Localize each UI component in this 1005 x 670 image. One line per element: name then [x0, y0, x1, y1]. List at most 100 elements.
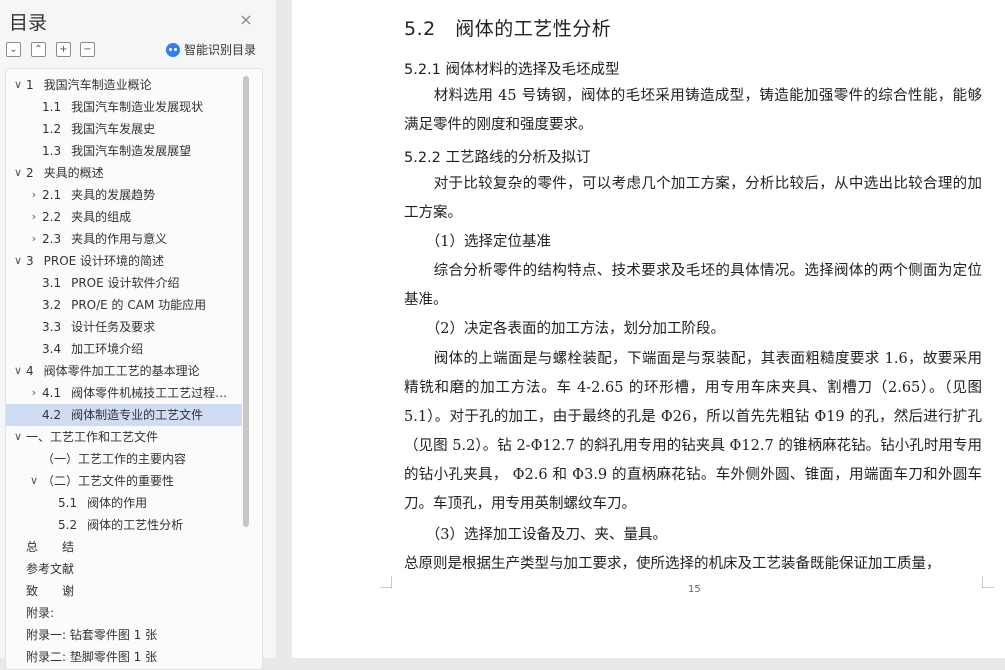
toc-item-number: 3.4	[42, 342, 62, 356]
toc-item-number: 3.2	[42, 298, 62, 312]
toc-item[interactable]: 1.3 我国汽车制造发展展望	[6, 140, 242, 162]
toc-item[interactable]: 3.2 PRO/E 的 CAM 功能应用	[6, 294, 242, 316]
chevron-down-icon[interactable]: ∨	[12, 426, 24, 448]
toc-item[interactable]: 1.2 我国汽车发展史	[6, 118, 242, 140]
chevron-right-icon[interactable]: ›	[28, 206, 40, 228]
toc-item-label: 4 阀体零件加工工艺的基本理论	[26, 360, 200, 382]
toc-item[interactable]: ∨ 2 夹具的概述	[6, 162, 242, 184]
toc-item-text: （一）工艺工作的主要内容	[42, 452, 187, 466]
toc-item-label: （二）工艺文件的重要性	[42, 470, 174, 492]
paragraph-1: 材料选用 45 号铸钢，阀体的毛坯采用铸造成型，铸造能加强零件的综合性能，能够满…	[404, 88, 982, 133]
chevron-down-icon[interactable]: ∨	[12, 360, 24, 382]
paragraph-6: 阀体的上端面是与螺栓装配，下端面是与泵装配，其表面粗糙度要求 1.6，故要采用精…	[404, 351, 982, 512]
toc-item-label: 2.2 夹具的组成	[42, 206, 131, 228]
toc-item[interactable]: 致 谢	[6, 580, 242, 602]
paragraph-8: 总原则是根据生产类型与加工要求，使所选择的机床及工艺装备既能保证加工质量，	[404, 556, 941, 572]
chevron-right-icon[interactable]: ›	[28, 184, 40, 206]
toc-item[interactable]: （一）工艺工作的主要内容	[6, 448, 242, 470]
expand-all-icon[interactable]: ⌄	[6, 42, 21, 57]
toc-item[interactable]: 附录二: 垫脚零件图 1 张	[6, 646, 242, 668]
toc-item[interactable]: 3.4 加工环境介绍	[6, 338, 242, 360]
toc-item-text: 阀体制造专业的工艺文件	[71, 408, 204, 422]
toc-item-label: 附录一: 钻套零件图 1 张	[26, 624, 157, 646]
toc-item[interactable]: ∨ 1 我国汽车制造业概论	[6, 74, 242, 96]
toc-item-text: 阀体零件加工工艺的基本理论	[43, 364, 200, 378]
toc-item-label: 1.1 我国汽车制造业发展现状	[42, 96, 203, 118]
toc-item[interactable]: 5.1 阀体的作用	[6, 492, 242, 514]
toc-item[interactable]: ∨ 一、工艺工作和工艺文件	[6, 426, 242, 448]
smart-toc-button[interactable]: 智能识别目录	[166, 41, 256, 58]
toc-item-text: 我国汽车发展史	[71, 122, 156, 136]
toc-item-label: 5.2 阀体的工艺性分析	[58, 514, 183, 536]
toc-item[interactable]: 附录:	[6, 602, 242, 624]
toc-item-text: 夹具的发展趋势	[71, 188, 156, 202]
collapse-all-icon[interactable]: ⌃	[31, 42, 46, 57]
toc-item-label: 4.2 阀体制造专业的工艺文件	[42, 404, 203, 426]
toc-item-text: （二）工艺文件的重要性	[42, 474, 175, 488]
page-corner-mark-right	[982, 576, 994, 588]
toc-item-text: 阀体零件机械技工工艺过程分析	[71, 386, 238, 400]
page-corner-mark-left	[380, 576, 392, 588]
toc-item-label: 1 我国汽车制造业概论	[26, 74, 152, 96]
remove-heading-icon[interactable]: −	[80, 42, 95, 57]
toc-item-text: 设计任务及要求	[71, 320, 156, 334]
toc-item-text: 附录二: 垫脚零件图 1 张	[26, 650, 158, 664]
toc-item[interactable]: › 2.2 夹具的组成	[6, 206, 242, 228]
paragraph-7: （3）选择加工设备及刀、夹、量具。	[404, 527, 667, 543]
toc-item-number: 5.1	[58, 496, 78, 510]
toc-item-number: 2.1	[42, 188, 62, 202]
toc-item-text: 我国汽车制造发展展望	[71, 144, 192, 158]
toc-item[interactable]: 参考文献	[6, 558, 242, 580]
chevron-down-icon[interactable]: ∨	[28, 470, 40, 492]
chevron-right-icon[interactable]: ›	[28, 382, 40, 404]
toc-item[interactable]: 总 结	[6, 536, 242, 558]
toc-item[interactable]: ∨ （二）工艺文件的重要性	[6, 470, 242, 492]
close-icon[interactable]: ×	[238, 12, 254, 28]
toc-item-text: PROE 设计环境的简述	[43, 254, 165, 268]
toc-item-label: 2 夹具的概述	[26, 162, 104, 184]
sidebar-title: 目录	[9, 12, 48, 34]
chevron-down-icon[interactable]: ∨	[12, 162, 24, 184]
toc-item-label: 3.1 PROE 设计软件介绍	[42, 272, 180, 294]
toc-scrollbar[interactable]	[243, 76, 249, 527]
toc-item[interactable]: 1.1 我国汽车制造业发展现状	[6, 96, 242, 118]
toc-item-text: 致 谢	[26, 584, 75, 598]
toc-item-text: 我国汽车制造业发展现状	[71, 100, 204, 114]
toc-list: ∨ 1 我国汽车制造业概论 1.1 我国汽车制造业发展现状 1.2 我国汽车发展史 1.3 我国…	[6, 74, 242, 668]
add-heading-icon[interactable]: +	[56, 42, 71, 57]
toc-item[interactable]: ∨ 4 阀体零件加工工艺的基本理论	[6, 360, 242, 382]
toc-item[interactable]: › 4.1 阀体零件机械技工工艺过程分析	[6, 382, 242, 404]
toc-item-number: 3.1	[42, 276, 62, 290]
toc-item[interactable]: 4.2 阀体制造专业的工艺文件	[6, 404, 242, 426]
chevron-right-icon[interactable]: ›	[28, 228, 40, 250]
toc-item-label: 参考文献	[26, 558, 74, 580]
chevron-down-icon[interactable]: ∨	[12, 250, 24, 272]
toc-item-number: 1.1	[42, 100, 62, 114]
toc-item-label: 附录:	[26, 602, 54, 624]
toc-item[interactable]: ∨ 3 PROE 设计环境的简述	[6, 250, 242, 272]
toc-item-label: 5.1 阀体的作用	[58, 492, 147, 514]
toc-item-number: 2.3	[42, 232, 62, 246]
toc-item-text: PROE 设计软件介绍	[71, 276, 180, 290]
toc-item-number: 4.1	[42, 386, 62, 400]
toc-item[interactable]: › 2.1 夹具的发展趋势	[6, 184, 242, 206]
toc-item-number: 1	[26, 78, 34, 92]
toc-item[interactable]: 3.3 设计任务及要求	[6, 316, 242, 338]
paragraph-3: （1）选择定位基准	[404, 234, 551, 250]
chevron-down-icon[interactable]: ∨	[12, 74, 24, 96]
page-number: 15	[688, 584, 701, 595]
toc-item-text: 阀体的作用	[87, 496, 148, 510]
toc-item[interactable]: 3.1 PROE 设计软件介绍	[6, 272, 242, 294]
toc-item-text: 夹具的概述	[43, 166, 104, 180]
toc-item[interactable]: › 2.3 夹具的作用与意义	[6, 228, 242, 250]
toc-item-number: 2	[26, 166, 34, 180]
toc-item-number: 2.2	[42, 210, 62, 224]
toc-item-label: 致 谢	[26, 580, 74, 602]
toc-item[interactable]: 5.2 阀体的工艺性分析	[6, 514, 242, 536]
toc-item-label: 2.3 夹具的作用与意义	[42, 228, 167, 250]
toc-item[interactable]: 附录一: 钻套零件图 1 张	[6, 624, 242, 646]
subsection-heading-1: 5.2.1 阀体材料的选择及毛坯成型	[404, 62, 620, 78]
toc-item-text: 附录一: 钻套零件图 1 张	[26, 628, 158, 642]
toc-sidebar: 目录 × ⌄ ⌃ + − 智能识别目录 ∨ 1 我国汽车制造业概论 1.1 我国汽车制造…	[0, 0, 276, 670]
toc-item-label: 3.4 加工环境介绍	[42, 338, 143, 360]
